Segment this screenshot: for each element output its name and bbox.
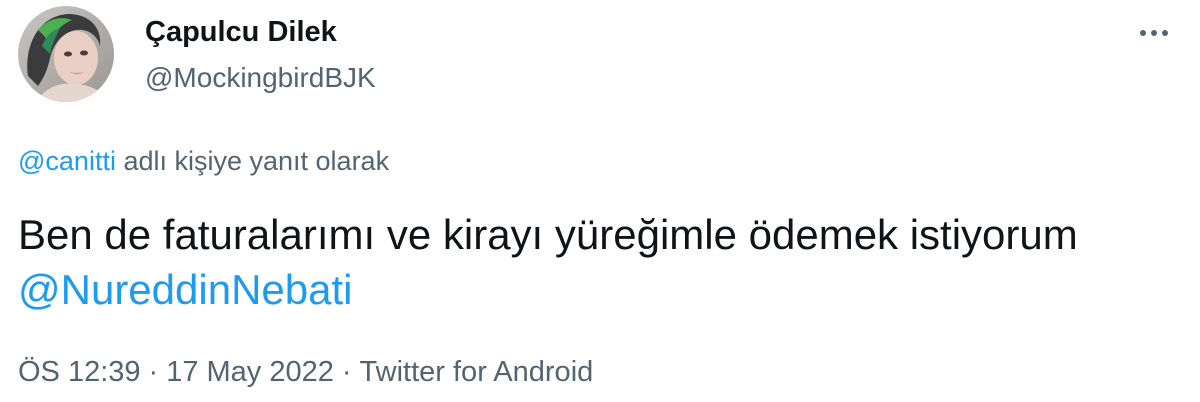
tweet-body: Ben de faturalarımı ve kirayı yüreğimle … (18, 207, 1178, 317)
author-handle[interactable]: @MockingbirdBJK (145, 60, 376, 96)
tweet-body-text: Ben de faturalarımı ve kirayı yüreğimle … (18, 211, 1078, 258)
avatar-photo (18, 6, 114, 102)
tweet-body-mention-link[interactable]: @NureddinNebati (18, 266, 352, 313)
more-options-button[interactable] (1134, 20, 1174, 46)
reply-context-label: adlı kişiye yanıt olarak (115, 146, 390, 176)
author-display-name[interactable]: Çapulcu Dilek (145, 14, 376, 50)
more-horizontal-icon-dot (1162, 30, 1168, 36)
meta-separator: · (148, 356, 159, 388)
tweet-card: Çapulcu Dilek @MockingbirdBJK @canitti a… (0, 0, 1200, 402)
avatar[interactable] (18, 6, 114, 102)
meta-separator: · (341, 356, 352, 388)
reply-mention-link[interactable]: @canitti (18, 146, 116, 176)
tweet-meta: ÖS 12:39 · 17 May 2022 · Twitter for Android (18, 354, 593, 390)
more-horizontal-icon (1140, 30, 1146, 36)
author-block: Çapulcu Dilek @MockingbirdBJK (145, 14, 376, 96)
tweet-time[interactable]: ÖS 12:39 (18, 356, 141, 388)
tweet-date[interactable]: 17 May 2022 (166, 356, 334, 388)
tweet-source[interactable]: Twitter for Android (360, 356, 594, 388)
reply-context: @canitti adlı kişiye yanıt olarak (18, 144, 389, 178)
more-horizontal-icon-dot (1151, 30, 1157, 36)
